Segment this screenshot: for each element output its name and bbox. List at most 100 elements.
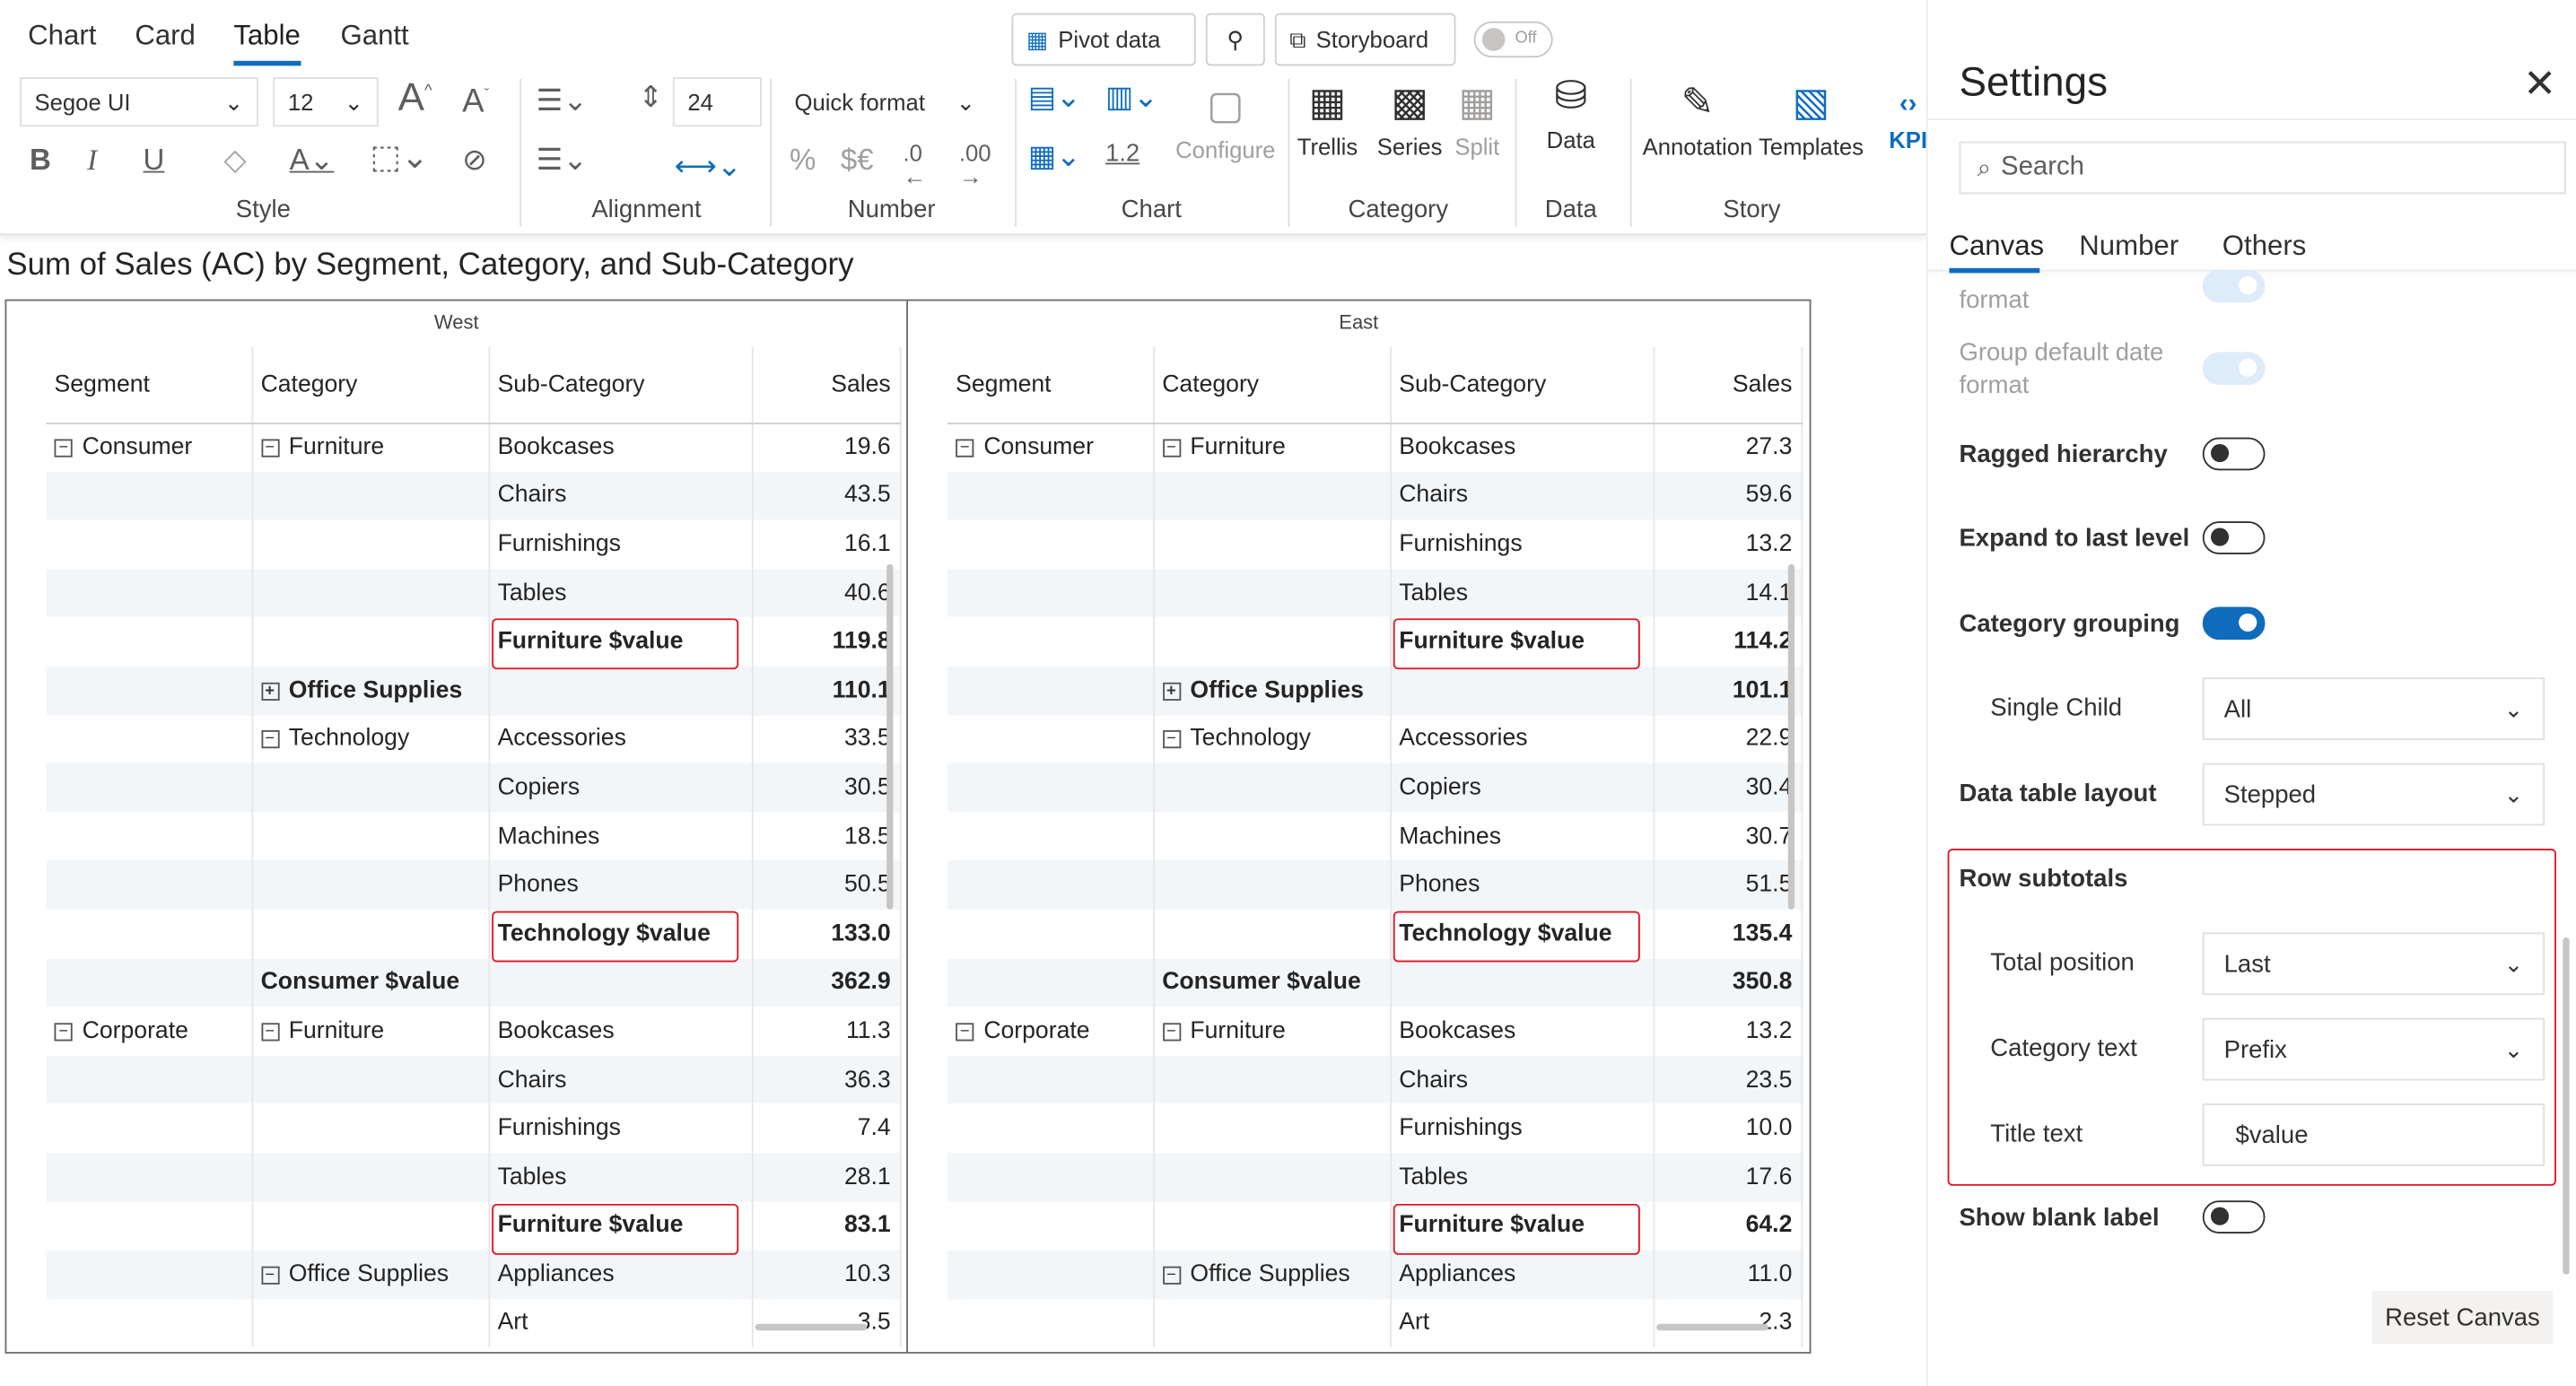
category-cell bbox=[1153, 568, 1392, 618]
subtotal-highlight bbox=[492, 619, 739, 670]
underline-icon[interactable]: U bbox=[143, 144, 164, 174]
reset-canvas-button[interactable]: Reset Canvas bbox=[2371, 1291, 2554, 1344]
collapse-icon[interactable]: − bbox=[260, 1266, 279, 1285]
segment-cell bbox=[947, 860, 1155, 910]
close-icon[interactable]: ✕ bbox=[2523, 65, 2556, 105]
table-header-row: Segment Category Sub-Category Sales bbox=[947, 346, 1803, 424]
collapse-icon[interactable]: − bbox=[1162, 730, 1181, 749]
percent-icon[interactable]: % bbox=[790, 144, 816, 174]
currency-icon[interactable]: $€ bbox=[841, 144, 874, 174]
settings-tab-number[interactable]: Number bbox=[2079, 231, 2179, 264]
quick-format-select[interactable]: Quick format ⌄ bbox=[779, 77, 991, 127]
horizontal-scrollbar[interactable] bbox=[755, 1323, 868, 1331]
filter-button[interactable]: ⚲ bbox=[1205, 13, 1265, 66]
decimal-button[interactable]: 1.2 bbox=[1105, 142, 1140, 166]
expand-icon[interactable]: + bbox=[1162, 682, 1181, 701]
data-button[interactable]: ⛁ Data bbox=[1530, 73, 1612, 153]
table-row: Tables 17.6 bbox=[947, 1152, 1803, 1202]
expand-icon[interactable]: + bbox=[260, 682, 279, 701]
line-height-icon[interactable]: ⇕ bbox=[638, 83, 663, 112]
font-family-select[interactable]: Segoe UI ⌄ bbox=[19, 77, 258, 127]
total-position-select[interactable]: Last ⌄ bbox=[2202, 932, 2545, 996]
segment-cell bbox=[46, 1298, 253, 1347]
shrink-font-icon[interactable]: Aˇ bbox=[462, 85, 489, 118]
bold-icon[interactable]: B bbox=[30, 144, 51, 174]
tab-table[interactable]: Table bbox=[233, 20, 301, 66]
vertical-scrollbar[interactable] bbox=[886, 563, 894, 910]
settings-tab-canvas[interactable]: Canvas bbox=[1949, 231, 2044, 264]
split-button[interactable]: ▦ Split bbox=[1449, 79, 1505, 160]
series-button[interactable]: ▩ Series bbox=[1375, 79, 1445, 160]
tab-card[interactable]: Card bbox=[135, 20, 196, 53]
settings-scrollbar[interactable] bbox=[2563, 937, 2570, 1275]
collapse-icon[interactable]: − bbox=[956, 439, 974, 458]
sales-cell: 51.5 bbox=[1653, 860, 1803, 910]
fill-color-icon[interactable]: ◇ bbox=[223, 144, 246, 174]
column-header[interactable]: Sales bbox=[751, 346, 901, 424]
single-child-label: Single Child bbox=[1990, 693, 2123, 722]
trellis-button[interactable]: ▦ Trellis bbox=[1295, 79, 1360, 160]
cell-text: Copiers bbox=[497, 774, 581, 801]
collapse-icon[interactable]: − bbox=[54, 1023, 73, 1042]
increase-decimal-icon[interactable]: .00 → bbox=[959, 142, 991, 187]
column-header[interactable]: Category bbox=[1153, 346, 1392, 424]
subcategory-cell: Appliances bbox=[1390, 1250, 1655, 1299]
stack-layout-icon[interactable]: ▦⌄ bbox=[1028, 142, 1081, 171]
clear-format-icon[interactable]: ⊘ bbox=[462, 144, 487, 174]
font-size-select[interactable]: 12 ⌄ bbox=[273, 77, 379, 127]
settings-tab-others[interactable]: Others bbox=[2222, 231, 2307, 264]
configure-button[interactable]: ▢ Configure bbox=[1171, 83, 1279, 162]
tree-layout-icon[interactable]: ▥⌄ bbox=[1105, 83, 1158, 112]
collapse-icon[interactable]: − bbox=[260, 730, 279, 749]
horizontal-scrollbar[interactable] bbox=[1656, 1323, 1768, 1331]
storyboard-button[interactable]: ⧉ Storyboard bbox=[1274, 13, 1456, 66]
vertical-scrollbar[interactable] bbox=[1787, 563, 1795, 910]
category-text-select[interactable]: Prefix ⌄ bbox=[2202, 1017, 2545, 1081]
category-cell bbox=[1153, 909, 1392, 958]
story-toggle[interactable]: Off bbox=[1473, 21, 1553, 58]
search-input[interactable]: ⌕ Search bbox=[1959, 141, 2566, 195]
sales-cell: 7.4 bbox=[751, 1103, 901, 1153]
column-header[interactable]: Segment bbox=[947, 346, 1155, 424]
column-header[interactable]: Sales bbox=[1653, 346, 1803, 424]
series-icon: ▩ bbox=[1391, 80, 1428, 126]
tab-chart[interactable]: Chart bbox=[28, 20, 96, 53]
title-text-input[interactable]: $value bbox=[2202, 1103, 2545, 1166]
align-vertical-icon[interactable]: ☰⌄ bbox=[537, 144, 588, 174]
cell-text: 16.1 bbox=[843, 531, 891, 558]
align-left-icon[interactable]: ☰⌄ bbox=[537, 85, 588, 115]
column-header[interactable]: Segment bbox=[46, 346, 253, 424]
collapse-icon[interactable]: − bbox=[54, 439, 73, 458]
collapse-icon[interactable]: − bbox=[1162, 1266, 1181, 1285]
expand-last-level-toggle[interactable] bbox=[2202, 521, 2266, 554]
border-icon[interactable]: ⬚⌄ bbox=[370, 142, 428, 175]
decrease-decimal-icon[interactable]: .0 ← bbox=[903, 142, 926, 187]
tab-gantt[interactable]: Gantt bbox=[340, 20, 408, 53]
show-blank-label-toggle[interactable] bbox=[2202, 1200, 2266, 1233]
collapse-icon[interactable]: − bbox=[260, 439, 279, 458]
text-width-icon[interactable]: ⟷⌄ bbox=[675, 152, 742, 181]
italic-icon[interactable]: I bbox=[87, 144, 97, 174]
column-header[interactable]: Sub-Category bbox=[488, 346, 753, 424]
line-height-input[interactable]: 24 bbox=[672, 77, 762, 127]
category-cell: − Office Supplies bbox=[251, 1250, 490, 1299]
collapse-icon[interactable]: − bbox=[1162, 439, 1181, 458]
font-color-icon[interactable]: A⌄ bbox=[290, 144, 335, 174]
group-date-format-toggle[interactable] bbox=[2202, 352, 2266, 385]
column-header[interactable]: Sub-Category bbox=[1390, 346, 1655, 424]
bar-layout-icon[interactable]: ▤⌄ bbox=[1028, 83, 1081, 112]
pivot-data-button[interactable]: ▦ Pivot data bbox=[1011, 13, 1196, 66]
collapse-icon[interactable]: − bbox=[956, 1023, 974, 1042]
category-cell: Consumer $value bbox=[1153, 957, 1392, 1007]
templates-button[interactable]: ▧ Templates bbox=[1759, 79, 1864, 160]
annotation-button[interactable]: ✎ Annotation bbox=[1640, 79, 1755, 160]
single-child-select[interactable]: All ⌄ bbox=[2202, 677, 2545, 740]
grow-font-icon[interactable]: A^ bbox=[398, 78, 432, 118]
ragged-hierarchy-toggle[interactable] bbox=[2202, 437, 2266, 471]
date-format-toggle[interactable] bbox=[2202, 269, 2266, 303]
category-grouping-toggle[interactable] bbox=[2202, 606, 2266, 641]
collapse-icon[interactable]: − bbox=[260, 1023, 279, 1042]
data-table-layout-select[interactable]: Stepped ⌄ bbox=[2202, 763, 2545, 826]
column-header[interactable]: Category bbox=[251, 346, 490, 424]
collapse-icon[interactable]: − bbox=[1162, 1023, 1181, 1042]
